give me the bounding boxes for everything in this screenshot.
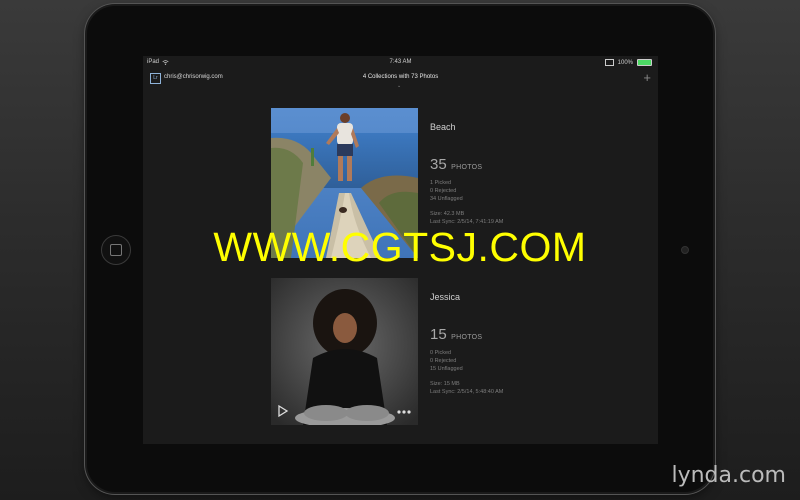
nav-bar: Lr chris@chrisorwig.com 4 Collections wi…: [143, 70, 658, 92]
screen-mirror-icon: [604, 59, 614, 66]
collection-size: Size: 42.3 MB: [430, 211, 465, 217]
photo-count: 15 PHOTOS: [430, 326, 482, 344]
lynda-logo: lynda.com: [671, 463, 786, 488]
battery-icon: [637, 59, 652, 66]
chevron-down-icon[interactable]: ⌄: [397, 83, 401, 89]
rejected-count: 0 Rejected: [430, 358, 457, 364]
photo-count-number: 15: [430, 326, 447, 343]
picked-count: 1 Picked: [430, 180, 452, 186]
collection-size: Size: 15 MB: [430, 381, 460, 387]
photo-count-number: 35: [430, 156, 447, 173]
brand-dot: .: [732, 463, 739, 488]
unflagged-count: 34 Unflagged: [430, 196, 463, 202]
photo-count: 35 PHOTOS: [430, 156, 482, 174]
collection-name: Jessica: [430, 292, 461, 302]
watermark-text: WWW.CGTSJ.COM: [213, 224, 587, 270]
rejected-count: 0 Rejected: [430, 188, 457, 194]
battery-percent: 100%: [617, 59, 633, 66]
brand-name: lynda: [671, 463, 732, 488]
more-icon[interactable]: [397, 410, 411, 414]
picked-count: 0 Picked: [430, 350, 452, 356]
photo-count-label: PHOTOS: [451, 164, 483, 171]
collection-name: Beach: [430, 122, 456, 132]
brand-suffix: com: [739, 463, 786, 488]
collection-jessica[interactable]: Jessica 15 PHOTOS 0 Picked 0 Rejected 15…: [271, 278, 531, 428]
unflagged-count: 15 Unflagged: [430, 366, 463, 372]
photo-count-label: PHOTOS: [451, 334, 483, 341]
add-icon[interactable]: +: [643, 70, 651, 85]
collections-title[interactable]: 4 Collections with 73 Photos: [143, 74, 658, 80]
status-time: 7:43 AM: [389, 59, 412, 65]
last-sync: Last Sync: 2/5/14, 5:48:40 AM: [430, 389, 504, 395]
collection-thumbnail[interactable]: [271, 278, 418, 425]
status-bar: iPad 7:43 AM 100%: [143, 56, 658, 70]
